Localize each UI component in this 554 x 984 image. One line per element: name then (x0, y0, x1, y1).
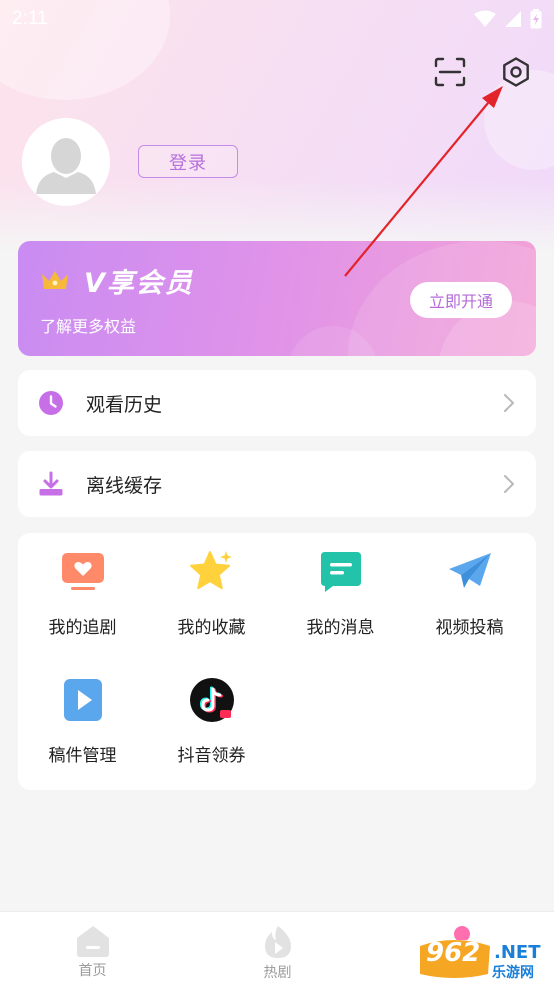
menu-row-offline-cache[interactable]: 离线缓存 (18, 451, 536, 517)
chevron-right-icon (504, 394, 514, 412)
message-icon (320, 552, 361, 592)
status-bar: 2:11 (0, 0, 554, 38)
grid-item-label: 我的消息 (306, 618, 375, 638)
fire-icon (264, 926, 291, 958)
watermark-number: 962 (426, 938, 481, 968)
video-file-icon (63, 679, 102, 721)
feature-grid: 我的追剧 我的收藏 我的消息 视频投稿 稿件管理 抖音领券 (18, 533, 536, 790)
chevron-right-icon (504, 475, 514, 493)
star-icon (189, 551, 232, 590)
grid-item-douyin-coupon[interactable]: 抖音领券 (147, 677, 276, 766)
menu-row-label: 离线缓存 (86, 474, 163, 497)
grid-item-label: 我的收藏 (177, 618, 246, 638)
watermark-suffix: .NET (494, 942, 541, 963)
grid-item-favorites[interactable]: 我的收藏 (147, 549, 276, 638)
scan-button[interactable] (428, 50, 472, 94)
grid-item-label: 我的追剧 (48, 618, 117, 638)
nav-item-label: 首页 (78, 963, 107, 979)
grid-item-label: 稿件管理 (48, 746, 117, 766)
watermark-subtitle: 乐游网 (492, 965, 534, 981)
grid-item-manage-submissions[interactable]: 稿件管理 (18, 677, 147, 766)
menu-row-label: 观看历史 (86, 393, 163, 416)
grid-item-label: 抖音领券 (177, 746, 246, 766)
grid-item-messages[interactable]: 我的消息 (276, 549, 405, 638)
login-button[interactable]: 登录 (138, 145, 238, 178)
vip-subtitle: 了解更多权益 (40, 317, 137, 336)
nav-item-label: 热剧 (263, 965, 292, 981)
home-icon (76, 926, 109, 957)
watermark-logo: 962 .NET 乐游网 (414, 936, 554, 984)
scan-icon (434, 57, 466, 87)
wifi-icon (474, 10, 496, 27)
battery-icon (530, 9, 542, 29)
paper-plane-icon (448, 553, 491, 588)
nav-item-hot-series[interactable]: 热剧 (185, 912, 370, 984)
signal-icon (505, 11, 521, 27)
vip-banner[interactable]: V享会员 了解更多权益 立即开通 (18, 241, 536, 356)
status-icons (474, 9, 542, 29)
tiktok-icon (189, 678, 234, 722)
vip-activate-button[interactable]: 立即开通 (410, 282, 512, 318)
grid-item-label: 视频投稿 (435, 618, 504, 638)
menu-row-watch-history[interactable]: 观看历史 (18, 370, 536, 436)
user-silhouette-icon (36, 138, 96, 194)
clock-icon (39, 391, 63, 415)
gear-icon (503, 57, 529, 87)
grid-item-my-series[interactable]: 我的追剧 (18, 549, 147, 638)
status-time: 2:11 (12, 8, 48, 29)
crown-icon (42, 271, 68, 289)
download-icon (39, 471, 63, 496)
grid-item-video-submit[interactable]: 视频投稿 (405, 549, 534, 638)
settings-button[interactable] (494, 50, 538, 94)
tv-heart-icon (61, 553, 104, 590)
nav-item-home[interactable]: 首页 (0, 912, 185, 984)
avatar[interactable] (22, 118, 110, 206)
vip-title: V享会员 (84, 268, 194, 299)
